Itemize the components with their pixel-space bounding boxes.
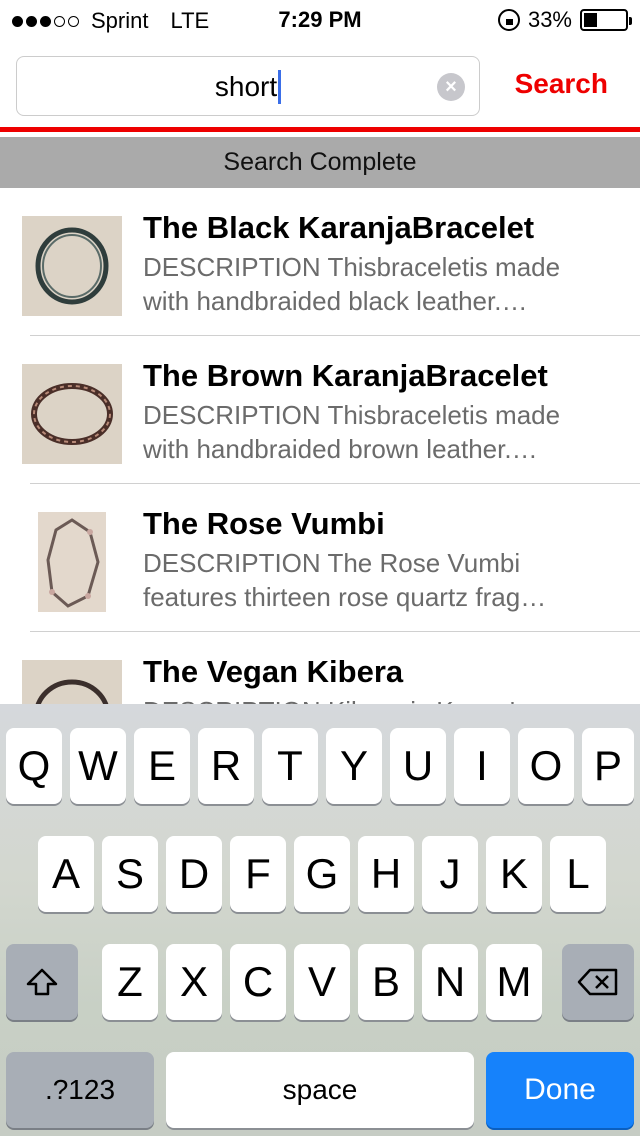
key-y[interactable]: Y xyxy=(326,728,382,804)
product-description: DESCRIPTION The Rose Vumbi features thir… xyxy=(143,546,623,614)
list-item[interactable]: The Black KaranjaBracelet DESCRIPTION Th… xyxy=(0,188,640,336)
shift-icon xyxy=(26,968,58,996)
product-thumbnail xyxy=(38,512,106,612)
key-c[interactable]: C xyxy=(230,944,286,1020)
key-f[interactable]: F xyxy=(230,836,286,912)
search-button[interactable]: Search xyxy=(515,68,608,100)
battery-level xyxy=(584,13,598,27)
key-i[interactable]: I xyxy=(454,728,510,804)
bracelet-image xyxy=(22,364,122,464)
bracelet-image xyxy=(22,660,122,704)
description-line: features thirteen rose quartz frag… xyxy=(143,582,547,612)
status-right: 33% xyxy=(497,7,632,33)
key-s[interactable]: S xyxy=(102,836,158,912)
on-screen-keyboard: Q W E R T Y U I O P A S D F G H J K L Z … xyxy=(0,704,640,1136)
search-query-text: short xyxy=(214,71,278,102)
description-line: DESCRIPTION Thisbraceletis made xyxy=(143,252,561,282)
product-description: DESCRIPTION Thisbraceletis made with han… xyxy=(143,398,623,466)
list-item[interactable]: The Vegan Kibera DESCRIPTION Kibera is K… xyxy=(0,632,640,704)
clear-icon[interactable]: × xyxy=(437,73,465,101)
text-caret xyxy=(278,69,282,104)
description-line: DESCRIPTION Thisbraceletis made xyxy=(143,400,561,430)
bracelet-image xyxy=(22,216,122,316)
key-x[interactable]: X xyxy=(166,944,222,1020)
bracelet-image xyxy=(38,512,106,612)
key-g[interactable]: G xyxy=(294,836,350,912)
search-header: short × Search xyxy=(0,40,640,132)
key-z[interactable]: Z xyxy=(102,944,158,1020)
product-title: The Vegan Kibera xyxy=(143,654,404,689)
key-n[interactable]: N xyxy=(422,944,478,1020)
key-r[interactable]: R xyxy=(198,728,254,804)
key-q[interactable]: Q xyxy=(6,728,62,804)
search-field-value: short xyxy=(17,69,479,104)
product-title: The Rose Vumbi xyxy=(143,506,385,541)
key-a[interactable]: A xyxy=(38,836,94,912)
space-key[interactable]: space xyxy=(166,1052,474,1128)
rotation-lock-icon xyxy=(497,9,520,31)
key-o[interactable]: O xyxy=(518,728,574,804)
key-v[interactable]: V xyxy=(294,944,350,1020)
list-item[interactable]: The Rose Vumbi DESCRIPTION The Rose Vumb… xyxy=(0,484,640,632)
key-b[interactable]: B xyxy=(358,944,414,1020)
status-bar: Sprint LTE 7:29 PM 33% xyxy=(0,0,640,40)
key-e[interactable]: E xyxy=(134,728,190,804)
product-thumbnail xyxy=(22,216,122,316)
key-j[interactable]: J xyxy=(422,836,478,912)
key-h[interactable]: H xyxy=(358,836,414,912)
delete-key[interactable] xyxy=(562,944,634,1020)
description-line: with handbraided brown leather.… xyxy=(143,434,538,464)
key-l[interactable]: L xyxy=(550,836,606,912)
description-line: with handbraided black leather.… xyxy=(143,286,528,316)
product-title: The Black KaranjaBracelet xyxy=(143,210,535,245)
product-description: DESCRIPTION Thisbraceletis made with han… xyxy=(143,250,623,318)
product-description: DESCRIPTION Kibera is Kenya's xyxy=(143,694,623,704)
key-d[interactable]: D xyxy=(166,836,222,912)
key-p[interactable]: P xyxy=(582,728,634,804)
key-w[interactable]: W xyxy=(70,728,126,804)
search-input[interactable]: short × xyxy=(16,56,480,116)
product-title: The Brown KaranjaBracelet xyxy=(143,358,548,393)
shift-key[interactable] xyxy=(6,944,78,1020)
battery-icon xyxy=(580,9,632,31)
battery-percent: 33% xyxy=(527,7,572,32)
done-key[interactable]: Done xyxy=(486,1052,634,1128)
delete-icon xyxy=(577,968,618,996)
product-thumbnail xyxy=(22,364,122,464)
results-list[interactable]: The Black KaranjaBracelet DESCRIPTION Th… xyxy=(0,188,640,704)
description-line: DESCRIPTION Kibera is Kenya's xyxy=(143,694,623,704)
list-item[interactable]: The Brown KaranjaBracelet DESCRIPTION Th… xyxy=(0,336,640,484)
description-line: DESCRIPTION The Rose Vumbi xyxy=(143,548,521,578)
key-u[interactable]: U xyxy=(390,728,446,804)
search-status-banner: Search Complete xyxy=(0,137,640,188)
numbers-key[interactable]: .?123 xyxy=(6,1052,154,1128)
key-k[interactable]: K xyxy=(486,836,542,912)
key-m[interactable]: M xyxy=(486,944,542,1020)
key-t[interactable]: T xyxy=(262,728,318,804)
product-thumbnail xyxy=(22,660,122,704)
